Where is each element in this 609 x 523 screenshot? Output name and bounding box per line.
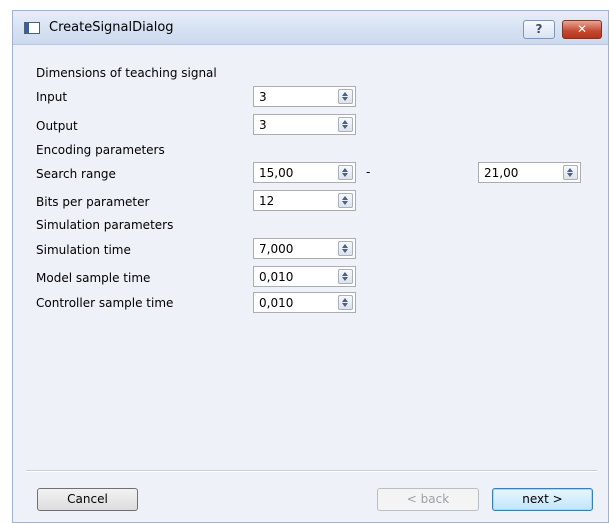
simulation-time-label: Simulation time xyxy=(36,243,131,257)
back-button[interactable]: < back xyxy=(377,488,479,511)
next-button[interactable]: next > xyxy=(492,488,593,511)
controller-sample-time-label: Controller sample time xyxy=(36,296,174,310)
input-label: Input xyxy=(36,90,68,104)
controller-sample-time-spinbox[interactable]: 0,010 xyxy=(253,292,356,313)
help-button[interactable]: ? xyxy=(523,20,555,39)
output-value: 3 xyxy=(259,118,267,132)
model-sample-time-value: 0,010 xyxy=(259,270,294,284)
controller-sample-time-value: 0,010 xyxy=(259,296,294,310)
output-spinbox[interactable]: 3 xyxy=(253,114,356,135)
cancel-button[interactable]: Cancel xyxy=(37,488,138,511)
simulation-time-spinbox[interactable]: 7,000 xyxy=(253,238,356,259)
model-sample-time-label: Model sample time xyxy=(36,271,151,285)
search-range-label: Search range xyxy=(36,167,116,181)
bits-per-parameter-value: 12 xyxy=(259,194,275,208)
search-range-min-spinbox[interactable]: 15,00 xyxy=(253,162,356,183)
search-range-max-value: 21,00 xyxy=(484,166,519,180)
search-range-min-value: 15,00 xyxy=(259,166,294,180)
dimensions-header: Dimensions of teaching signal xyxy=(36,66,217,80)
output-label: Output xyxy=(36,119,78,133)
title-bar[interactable]: CreateSignalDialog ? ✕ xyxy=(13,11,608,45)
spin-arrows-icon[interactable] xyxy=(338,165,353,180)
window-app-icon xyxy=(24,22,40,34)
spin-arrows-icon[interactable] xyxy=(563,165,578,180)
spin-arrows-icon[interactable] xyxy=(338,89,353,104)
input-spinbox[interactable]: 3 xyxy=(253,86,356,107)
search-range-max-spinbox[interactable]: 21,00 xyxy=(478,162,581,183)
range-separator: - xyxy=(366,165,371,179)
bits-per-parameter-label: Bits per parameter xyxy=(36,195,150,209)
spin-arrows-icon[interactable] xyxy=(338,193,353,208)
spin-arrows-icon[interactable] xyxy=(338,295,353,310)
spin-arrows-icon[interactable] xyxy=(338,241,353,256)
window-title: CreateSignalDialog xyxy=(49,20,174,35)
footer-separator xyxy=(26,470,597,472)
model-sample-time-spinbox[interactable]: 0,010 xyxy=(253,266,356,287)
simulation-time-value: 7,000 xyxy=(259,242,294,256)
simulation-header: Simulation parameters xyxy=(36,218,174,232)
bits-per-parameter-spinbox[interactable]: 12 xyxy=(253,190,356,211)
spin-arrows-icon[interactable] xyxy=(338,269,353,284)
input-value: 3 xyxy=(259,90,267,104)
close-button[interactable]: ✕ xyxy=(562,20,602,39)
encoding-header: Encoding parameters xyxy=(36,143,165,157)
spin-arrows-icon[interactable] xyxy=(338,117,353,132)
